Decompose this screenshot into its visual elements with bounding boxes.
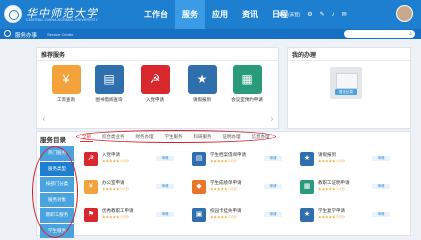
card-title: 学生成绩单申请: [210, 180, 242, 185]
empty-ticket-icon: 暂无记录: [330, 67, 362, 99]
apply-button[interactable]: 申请: [156, 156, 174, 161]
service-item[interactable]: ▤ 图书借阅查询: [94, 65, 124, 102]
user-name[interactable]: 黄志 (未登): [278, 12, 300, 18]
service-item[interactable]: ▦ 会议室预约申请: [231, 65, 263, 102]
book-icon: ▤: [94, 65, 124, 94]
meeting-room-icon: ▦: [300, 180, 314, 194]
card-title: 教职工证明申请: [318, 180, 350, 185]
apply-button[interactable]: 申请: [372, 184, 390, 189]
book-icon: ▤: [192, 152, 206, 166]
star-icon: ★: [187, 65, 217, 94]
service-card[interactable]: ▦ 教职工证明申请 ★★★★★ 0.0分 申请: [296, 176, 396, 200]
service-card[interactable]: ▤ 学生档案借阅申请 ★★★★★ 0.0分 申请: [188, 148, 288, 172]
card-rating: ★★★★★ 0.0分: [318, 159, 345, 163]
card-rating: ★★★★★ 0.0分: [210, 187, 237, 191]
service-item[interactable]: ★ 请假报到: [187, 65, 217, 102]
card-title: 校园卡挂失申请: [210, 208, 242, 213]
meeting-room-icon: ▦: [232, 65, 262, 94]
service-card[interactable]: ⚑ 优秀教职工申请 ★★★★★ 0.0分 申请: [80, 204, 180, 228]
prev-arrow-icon[interactable]: ‹: [40, 112, 48, 126]
service-card[interactable]: ☭ 入党申请 ★★★★★ 0.0分 申请: [80, 148, 180, 172]
pen-icon[interactable]: ✎: [320, 11, 325, 18]
card-rating: ★★★★★ 0.0分: [210, 215, 237, 219]
catalog-title: 服务目录: [40, 137, 66, 144]
nav-apps[interactable]: 应用: [205, 0, 235, 29]
service-card[interactable]: ¥ 办公室申请 ★★★★★ 0.0分 申请: [80, 176, 180, 200]
apply-button[interactable]: 申请: [264, 212, 282, 217]
service-center-icon: [4, 30, 11, 37]
card-rating: ★★★★★ 0.0分: [318, 187, 345, 191]
search-input[interactable]: ⌕: [344, 30, 415, 38]
settings-icon[interactable]: ⚙: [307, 11, 312, 18]
empty-badge: 暂无记录: [335, 89, 357, 95]
card-title: 入党申请: [102, 152, 120, 157]
nav-services[interactable]: 服务: [175, 0, 205, 29]
service-card[interactable]: ▣ 校园卡挂失申请 ★★★★★ 0.0分 申请: [188, 204, 288, 228]
apply-button[interactable]: 申请: [264, 156, 282, 161]
panel-header: 我的办理: [288, 48, 410, 61]
next-arrow-icon[interactable]: ›: [268, 112, 276, 126]
apply-button[interactable]: 申请: [372, 212, 390, 217]
star-icon: ★: [300, 208, 314, 222]
service-item[interactable]: ☭ 入党申请: [140, 65, 170, 102]
service-label: 会议室预约申请: [231, 97, 263, 102]
card-rating: ★★★★★ 0.0分: [102, 215, 129, 219]
mail-icon[interactable]: ✉: [342, 11, 347, 18]
salary-icon: ¥: [51, 65, 81, 94]
main-nav: 工作台 服务 应用 资讯 日程: [137, 0, 295, 29]
annotation-oval-tabs: [76, 130, 276, 143]
star-icon: ★: [300, 152, 314, 166]
page-title-en: Service Center: [47, 32, 74, 37]
service-label: 入党申请: [146, 97, 164, 102]
flag-icon: ⚑: [84, 208, 98, 222]
party-icon: ☭: [84, 152, 98, 166]
annotation-oval-sidebar: [32, 146, 78, 238]
user-area: 黄志 (未登) ⚙ ✎ ♪ ✉: [278, 0, 347, 29]
card-rating: ★★★★★ 0.0分: [102, 187, 129, 191]
card-icon: ▣: [192, 208, 206, 222]
panel-header: 推荐服务: [37, 48, 278, 61]
diamond-icon: ◆: [192, 180, 206, 194]
search-icon[interactable]: ⌕: [409, 31, 412, 37]
service-card[interactable]: ◆ 学生成绩单申请 ★★★★★ 0.0分 申请: [188, 176, 288, 200]
salary-icon: ¥: [84, 180, 98, 194]
service-card[interactable]: ★ 请假报到 ★★★★★ 0.0分 申请: [296, 148, 396, 172]
nav-workbench[interactable]: 工作台: [137, 0, 175, 29]
card-title: 优秀教职工申请: [102, 208, 134, 213]
apply-button[interactable]: 申请: [156, 184, 174, 189]
avatar[interactable]: [396, 5, 413, 22]
apply-button[interactable]: 申请: [264, 184, 282, 189]
ticket-paper: [336, 73, 358, 89]
university-logo-icon[interactable]: [4, 5, 22, 23]
apply-button[interactable]: 申请: [372, 156, 390, 161]
card-rating: ★★★★★ 0.0分: [318, 215, 345, 219]
apply-button[interactable]: 申请: [156, 212, 174, 217]
page-title: 服务办事: [15, 33, 38, 39]
bell-icon[interactable]: ♪: [332, 12, 335, 18]
service-card[interactable]: ★ 学生复学申请 ★★★★★ 0.0分 申请: [296, 204, 396, 228]
card-title: 学生复学申请: [318, 208, 345, 213]
panel-title: 推荐服务: [41, 53, 66, 59]
card-title: 请假报到: [318, 152, 336, 157]
service-label: 请假报到: [193, 97, 211, 102]
service-label: 图书借阅查询: [95, 97, 123, 102]
nav-news[interactable]: 资讯: [235, 0, 265, 29]
party-icon: ☭: [140, 65, 170, 94]
card-rating: ★★★★★ 0.0分: [102, 159, 129, 163]
service-item[interactable]: ¥ 工资查询: [51, 65, 81, 102]
card-title: 办公室申请: [102, 180, 125, 185]
university-name-en: CENTRAL CHINA NORMAL UNIVERSITY: [26, 18, 98, 22]
card-title: 学生档案借阅申请: [210, 152, 246, 157]
panel-title: 我的办理: [292, 53, 317, 59]
card-rating: ★★★★★ 0.0分: [210, 159, 237, 163]
